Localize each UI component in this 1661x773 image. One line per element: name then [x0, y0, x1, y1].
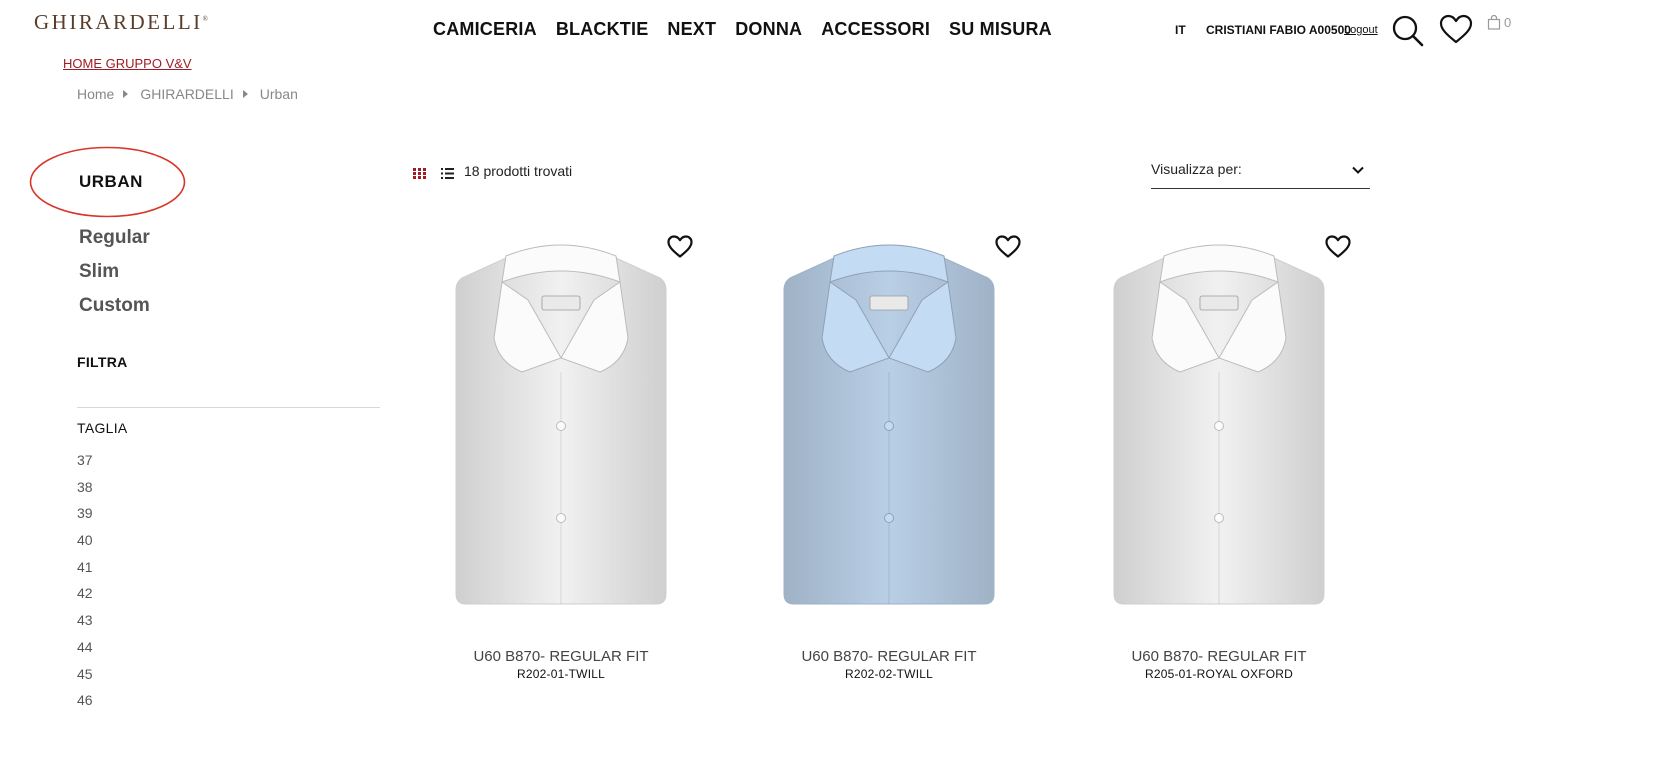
product-name[interactable]: U60 B870- REGULAR FIT — [410, 648, 712, 665]
fit-item-regular[interactable]: Regular — [79, 226, 150, 260]
size-list: 37 38 39 40 41 42 43 44 45 46 — [77, 450, 93, 717]
logout-link[interactable]: Logout — [1344, 24, 1378, 36]
main-nav: CAMICERIA BLACKTIE NEXT DONNA ACCESSORI … — [433, 19, 1052, 40]
nav-item-donna[interactable]: DONNA — [735, 19, 802, 40]
wishlist-heart-icon[interactable] — [667, 235, 693, 264]
product-image[interactable] — [1068, 230, 1370, 622]
size-option[interactable]: 42 — [77, 583, 93, 610]
product-code: R202-01-TWILL — [517, 667, 605, 681]
cart-button[interactable]: 0 — [1487, 15, 1511, 30]
heart-icon[interactable] — [1439, 14, 1473, 51]
brand-logo[interactable]: GHIRARDELLI® — [34, 10, 208, 35]
chevron-down-icon — [1352, 166, 1364, 174]
fit-item-custom[interactable]: Custom — [79, 294, 150, 328]
product-name[interactable]: U60 B870- REGULAR FIT — [738, 648, 1040, 665]
sort-select[interactable]: Visualizza per: — [1151, 156, 1370, 189]
product-card[interactable]: U60 B870- REGULAR FIT R205-01-ROYAL OXFO… — [1068, 230, 1370, 690]
list-view-icon[interactable] — [441, 166, 454, 184]
breadcrumb-ghirardelli[interactable]: GHIRARDELLI — [140, 86, 233, 102]
language-selector[interactable]: IT — [1175, 23, 1186, 37]
breadcrumb-current: Urban — [259, 86, 298, 102]
home-group-link[interactable]: HOME GRUPPO V&V — [63, 56, 192, 71]
filter-divider — [77, 407, 380, 408]
product-name[interactable]: U60 B870- REGULAR FIT — [1068, 648, 1370, 665]
product-count: 18 prodotti trovati — [464, 163, 573, 179]
breadcrumb: Home GHIRARDELLI Urban — [77, 86, 298, 102]
user-name: CRISTIANI FABIO A00500 — [1206, 23, 1351, 37]
breadcrumb-separator-icon — [123, 90, 129, 98]
size-option[interactable]: 45 — [77, 664, 93, 691]
wishlist-heart-icon[interactable] — [1325, 235, 1351, 264]
category-title[interactable]: URBAN — [79, 172, 143, 192]
size-option[interactable]: 37 — [77, 450, 93, 477]
nav-item-su-misura[interactable]: SU MISURA — [949, 19, 1052, 40]
nav-item-camiceria[interactable]: CAMICERIA — [433, 19, 537, 40]
size-option[interactable]: 43 — [77, 610, 93, 637]
product-code: R202-02-TWILL — [845, 667, 933, 681]
size-option[interactable]: 46 — [77, 690, 93, 717]
nav-item-accessori[interactable]: ACCESSORI — [821, 19, 930, 40]
product-image[interactable] — [410, 230, 712, 622]
shopping-bag-icon — [1487, 15, 1501, 30]
filter-title: FILTRA — [77, 354, 128, 370]
breadcrumb-separator-icon — [242, 90, 248, 98]
product-card[interactable]: U60 B870- REGULAR FIT R202-01-TWILL — [410, 230, 712, 690]
size-filter-title: TAGLIA — [77, 420, 128, 436]
fit-item-slim[interactable]: Slim — [79, 260, 150, 294]
wishlist-heart-icon[interactable] — [995, 235, 1021, 264]
grid-view-icon[interactable] — [413, 166, 426, 184]
size-option[interactable]: 40 — [77, 530, 93, 557]
size-option[interactable]: 44 — [77, 637, 93, 664]
product-image[interactable] — [738, 230, 1040, 622]
product-code: R205-01-ROYAL OXFORD — [1144, 667, 1294, 681]
sort-label: Visualizza per: — [1151, 161, 1242, 177]
nav-item-blacktie[interactable]: BLACKTIE — [556, 19, 649, 40]
cart-count: 0 — [1504, 15, 1512, 30]
size-option[interactable]: 39 — [77, 503, 93, 530]
product-card[interactable]: U60 B870- REGULAR FIT R202-02-TWILL — [738, 230, 1040, 690]
breadcrumb-home[interactable]: Home — [77, 86, 114, 102]
fit-list: Regular Slim Custom — [79, 226, 150, 328]
nav-item-next[interactable]: NEXT — [667, 19, 716, 40]
search-icon[interactable] — [1391, 14, 1425, 53]
size-option[interactable]: 41 — [77, 557, 93, 584]
size-option[interactable]: 38 — [77, 477, 93, 504]
